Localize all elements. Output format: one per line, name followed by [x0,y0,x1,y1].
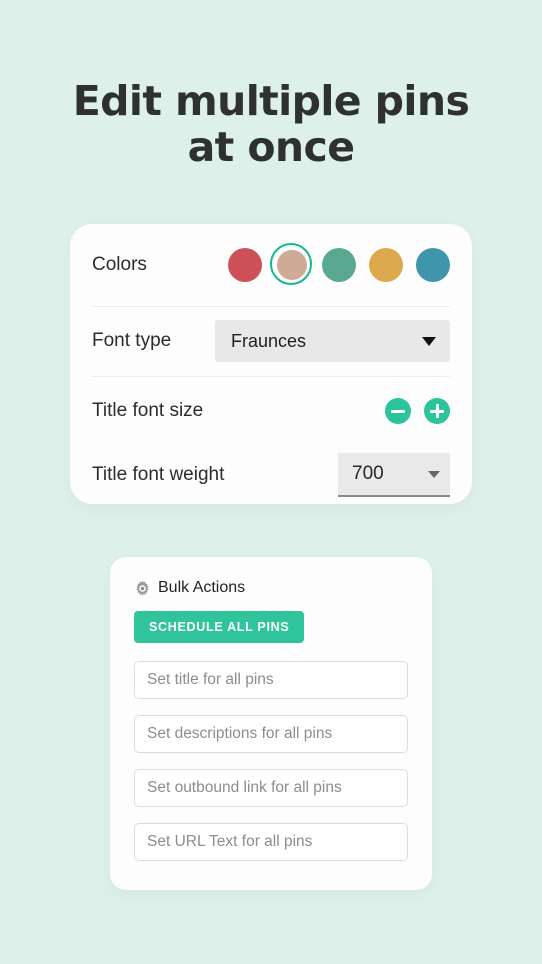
font-type-select-value: Fraunces [231,330,307,351]
bulk-title-input[interactable] [134,661,408,699]
title-font-weight-select-value: 700 [352,463,384,484]
gear-icon [136,580,149,596]
bulk-actions-card: Bulk Actions SCHEDULE ALL PINS [110,557,432,890]
title-font-size-row: Title font size [70,376,472,446]
colors-row: Colors [70,224,472,306]
bulk-descriptions-input[interactable] [134,715,408,753]
color-swatch-green[interactable] [322,248,356,282]
settings-card: Colors Font type Fraunces Title font siz… [70,224,472,504]
page-title: Edit multiple pins at once [0,78,542,170]
title-font-weight-row-label: Title font weight [92,464,225,485]
chevron-down-icon [422,336,436,346]
bulk-actions-title: Bulk Actions [158,579,246,596]
bulk-url-text-input[interactable] [134,823,408,861]
swatch-fill-gold [369,248,403,282]
title-font-weight-row: Title font weight 700 [70,446,472,504]
bulk-outbound-link-input[interactable] [134,769,408,807]
swatch-fill-green [322,248,356,282]
font-type-row: Font type Fraunces [70,306,472,376]
colors-row-label: Colors [92,254,147,275]
color-swatch-gold[interactable] [369,248,403,282]
color-swatch-tan[interactable] [270,243,312,285]
bulk-actions-header: Bulk Actions [134,579,408,597]
title-font-weight-select[interactable]: 700 [338,453,450,497]
swatch-selected-ring [270,243,312,285]
swatch-fill-red [228,248,262,282]
title-font-size-stepper [385,398,450,424]
page-title-line-2: at once [187,123,355,171]
font-size-decrement-button[interactable] [385,398,411,424]
swatch-fill-blue-teal [416,248,450,282]
font-type-select[interactable]: Fraunces [215,320,450,362]
schedule-all-pins-button[interactable]: SCHEDULE ALL PINS [134,611,305,643]
color-swatch-blue-teal[interactable] [416,248,450,282]
chevron-down-icon [428,470,440,478]
font-type-row-label: Font type [92,330,172,351]
page-title-line-1: Edit multiple pins [72,77,470,125]
font-size-increment-button[interactable] [424,398,450,424]
color-swatch-red[interactable] [228,248,262,282]
color-swatch-group [228,243,450,285]
title-font-size-row-label: Title font size [92,400,204,421]
